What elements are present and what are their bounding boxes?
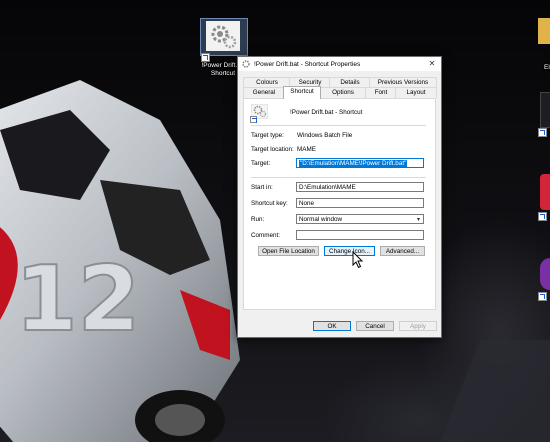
app-icon-purple-partial[interactable] [540, 258, 550, 290]
comment-label: Comment: [251, 232, 281, 239]
start-in-input[interactable]: D:\Emulation\MAME [296, 182, 424, 192]
cancel-button[interactable]: Cancel [356, 321, 394, 331]
tab-general[interactable]: General [243, 87, 285, 98]
chevron-down-icon: ▾ [416, 217, 420, 223]
shortcut-key-label: Shortcut key: [251, 200, 288, 207]
shortcut-name: !Power Drift.bat - Shortcut [290, 109, 363, 116]
mouse-pointer-icon [352, 251, 364, 269]
gears-icon [242, 60, 250, 68]
target-input-text: "D:\Emulation\MAME\!Power Drift.bat" [299, 160, 408, 167]
shortcut-properties-dialog: !Power Drift.bat - Shortcut Properties ✕… [237, 56, 442, 338]
tab-layout[interactable]: Layout [395, 87, 437, 98]
shortcut-arrow-icon [538, 212, 547, 221]
shortcut-arrow-icon [250, 116, 257, 123]
race-car-wallpaper-art: 12 [0, 80, 240, 442]
apply-button[interactable]: Apply [399, 321, 437, 331]
tab-shortcut[interactable]: Shortcut [283, 86, 321, 99]
divider [251, 125, 426, 126]
app-icon-red-partial[interactable] [540, 174, 550, 210]
run-select-value: Normal window [299, 216, 343, 223]
divider [251, 177, 426, 178]
advanced-button[interactable]: Advanced... [380, 246, 425, 256]
ok-button[interactable]: OK [313, 321, 351, 331]
shortcut-key-input[interactable]: None [296, 198, 424, 208]
gears-icon [206, 21, 240, 51]
tab-font[interactable]: Font [365, 87, 397, 98]
dialog-titlebar[interactable]: !Power Drift.bat - Shortcut Properties ✕ [238, 57, 441, 71]
comment-input[interactable] [296, 230, 424, 240]
target-label: Target: [251, 160, 271, 167]
shortcut-arrow-icon [538, 292, 547, 301]
run-select[interactable]: Normal window ▾ [296, 214, 424, 224]
folder-icon[interactable] [538, 18, 550, 44]
target-input[interactable]: "D:\Emulation\MAME\!Power Drift.bat" [296, 158, 424, 168]
dialog-title: !Power Drift.bat - Shortcut Properties [254, 60, 361, 68]
shortcut-arrow-icon [538, 128, 547, 137]
road-reflection [440, 340, 550, 442]
open-file-location-button[interactable]: Open File Location [258, 246, 319, 256]
shortcut-arrow-icon [201, 53, 210, 62]
target-location-value: MAME [297, 146, 316, 153]
run-label: Run: [251, 216, 265, 223]
desktop-icon-label-edge: El [544, 64, 550, 71]
target-location-label: Target location: [251, 146, 294, 153]
shortcut-tab-panel: !Power Drift.bat - Shortcut Target type:… [243, 98, 436, 310]
app-icon-partial[interactable] [540, 92, 550, 128]
target-type-value: Windows Batch File [297, 132, 353, 139]
start-in-label: Start in: [251, 184, 273, 191]
target-type-label: Target type: [251, 132, 284, 139]
close-icon[interactable]: ✕ [427, 59, 437, 69]
tab-options[interactable]: Options [319, 87, 367, 98]
svg-text:12: 12 [15, 247, 140, 352]
change-icon-button[interactable]: Change Icon... [324, 246, 375, 256]
